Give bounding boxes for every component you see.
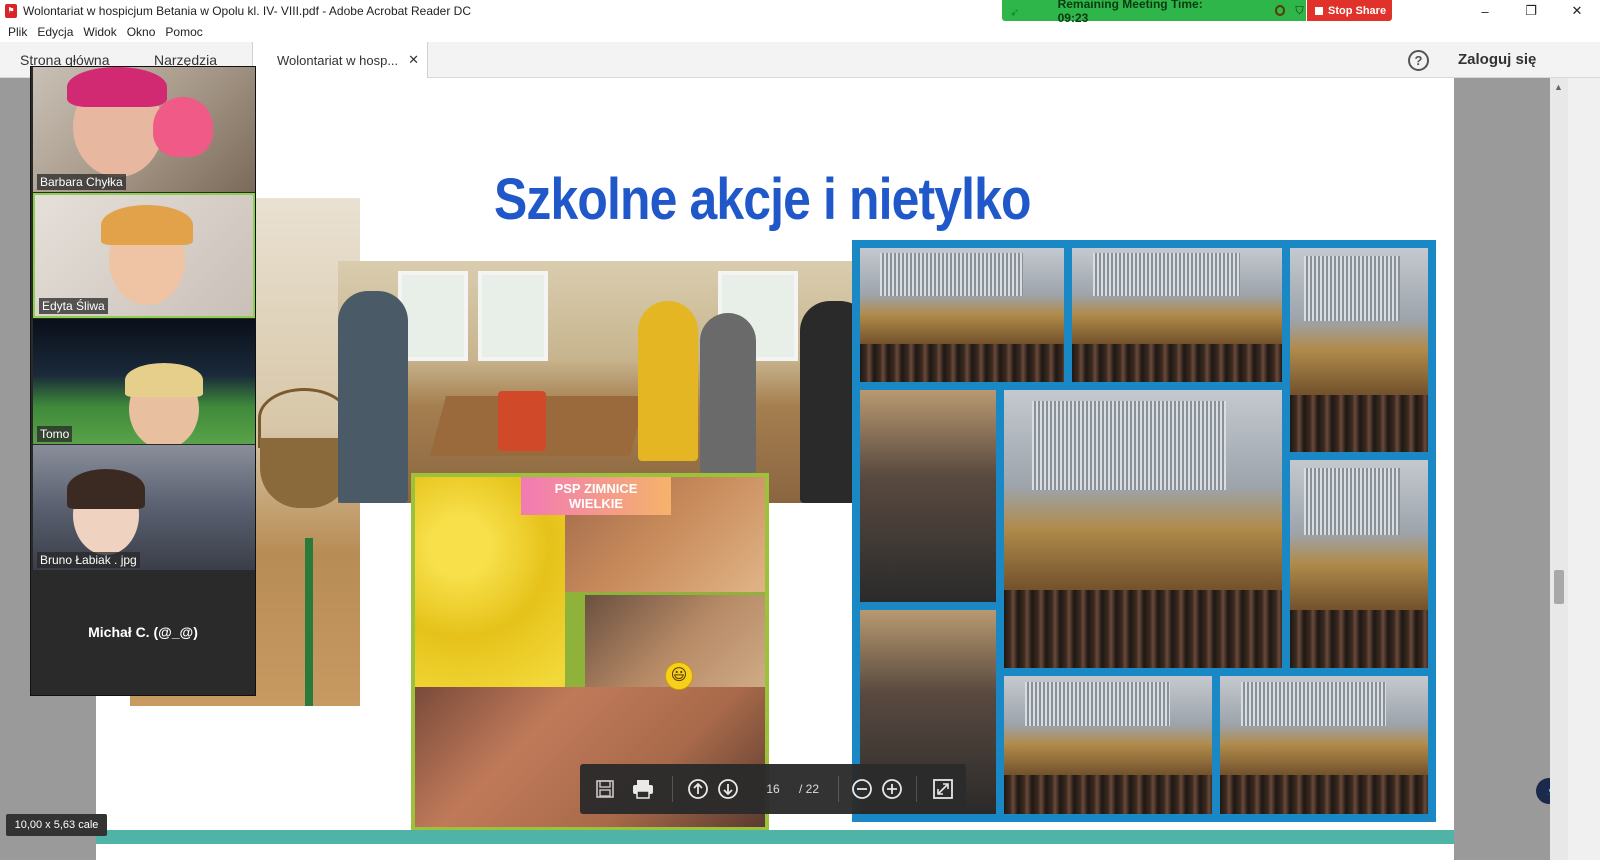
zoom-in-icon[interactable]: [878, 764, 906, 814]
meeting-leaf-icon: ➶: [1010, 6, 1020, 19]
page-total: / 22: [798, 782, 819, 796]
login-button[interactable]: Zaloguj się: [1458, 51, 1536, 68]
participant-name: Barbara Chyłka: [37, 174, 126, 190]
scrollbar-thumb[interactable]: [1554, 570, 1564, 604]
slide-title: Szkolne akcje i nietylko: [494, 167, 1031, 232]
fit-page-icon[interactable]: [928, 764, 958, 814]
page-up-icon[interactable]: [684, 764, 712, 814]
slide-footer-line: [96, 830, 1454, 844]
menu-item-okno[interactable]: Okno: [127, 25, 156, 39]
help-icon[interactable]: ?: [1408, 50, 1429, 71]
participant-video[interactable]: Tomo: [33, 319, 255, 444]
meeting-time-bar: ➶ Remaining Meeting Time: 09:23 ⛉: [1002, 0, 1306, 25]
concert-tile: [1004, 676, 1212, 814]
person: [700, 313, 756, 473]
psp-label-line1: PSP ZIMNICE: [554, 481, 638, 496]
participant-video-active-speaker[interactable]: Edyta Śliwa: [33, 193, 255, 318]
window-right-edge: [1568, 78, 1600, 860]
zoom-out-icon[interactable]: [848, 764, 876, 814]
close-window-button[interactable]: ✕: [1554, 0, 1600, 22]
concert-tile: [1220, 676, 1428, 814]
vertical-scrollbar[interactable]: ▲: [1550, 78, 1568, 860]
shield-icon: ⛉: [1295, 4, 1304, 17]
page-size-indicator: 10,00 x 5,63 cale: [6, 814, 107, 836]
menu-bar: Plik Edycja Widok Okno Pomoc: [0, 22, 1600, 42]
stop-share-label: Stop Share: [1328, 4, 1387, 17]
window-title: Wolontariat w hospicjum Betania w Opolu …: [23, 4, 472, 18]
smiley-icon: 😃: [665, 662, 693, 690]
room-window: [478, 271, 548, 361]
psp-label: PSP ZIMNICE WIELKIE: [521, 477, 671, 515]
menu-item-plik[interactable]: Plik: [8, 25, 27, 39]
tab-document-label: Wolontariat w hosp...: [277, 52, 399, 68]
page-navigation-toolbar: 16 / 22: [580, 764, 966, 814]
menu-item-widok[interactable]: Widok: [83, 25, 116, 39]
toolbar-separator: [916, 776, 917, 802]
participant-hair: [125, 363, 203, 397]
photo-room: [338, 261, 875, 503]
scroll-up-icon[interactable]: ▲: [1554, 82, 1563, 92]
participant-video[interactable]: Barbara Chyłka: [33, 67, 255, 192]
participant-name: Tomo: [37, 426, 73, 442]
video-gallery-panel[interactable]: Barbara Chyłka Edyta Śliwa Tomo Bruno Ła…: [30, 66, 256, 696]
participant-name: Bruno Łabiak . jpg: [37, 552, 140, 568]
basket: [260, 438, 350, 508]
tab-document[interactable]: Wolontariat w hosp... ✕: [252, 42, 428, 78]
save-icon[interactable]: [590, 764, 620, 814]
page-number-input[interactable]: 16: [758, 764, 788, 814]
minimize-button[interactable]: –: [1462, 0, 1508, 22]
user-avatar-icon[interactable]: ◔: [1536, 778, 1550, 804]
recording-icon: [1274, 5, 1286, 16]
gift-bag: [498, 391, 546, 451]
table-leg: [305, 538, 313, 706]
person: [638, 301, 698, 461]
window-controls: – ❐ ✕: [1462, 0, 1600, 22]
participant-no-video[interactable]: Michał C. (@_@): [31, 607, 255, 657]
page-down-icon[interactable]: [714, 764, 742, 814]
psp-label-line2: WIELKIE: [568, 496, 624, 511]
heart-prop: [153, 97, 213, 157]
concert-tile: [1290, 248, 1428, 452]
stop-share-button[interactable]: Stop Share: [1307, 0, 1392, 21]
concert-tile: [1290, 460, 1428, 668]
restore-button[interactable]: ❐: [1508, 0, 1554, 22]
toolbar-separator: [838, 776, 839, 802]
participant-hair: [101, 205, 193, 245]
audience-tile: [860, 390, 996, 602]
menu-item-edycja[interactable]: Edycja: [37, 25, 73, 39]
print-icon[interactable]: [628, 764, 658, 814]
concert-tile: [1072, 248, 1282, 382]
concert-tile: [1004, 390, 1282, 668]
participant-video[interactable]: Bruno Łabiak . jpg: [33, 445, 255, 570]
toolbar-separator: [672, 776, 673, 802]
room-window: [398, 271, 468, 361]
menu-item-pomoc[interactable]: Pomoc: [165, 25, 202, 39]
remaining-meeting-time: Remaining Meeting Time: 09:23: [1057, 0, 1203, 25]
participant-hair: [67, 67, 167, 107]
stop-icon: [1315, 6, 1323, 15]
person: [338, 291, 408, 503]
pdf-page: Szkolne akcje i nietylko PSP ZIMNICE WIE…: [96, 78, 1454, 860]
concert-tile: [860, 248, 1064, 382]
participant-name: Edyta Śliwa: [39, 298, 108, 314]
photo-concert-collage: [852, 240, 1436, 822]
pdf-app-icon: ⚑: [5, 4, 17, 18]
participant-hair: [67, 469, 145, 509]
close-tab-icon[interactable]: ✕: [408, 52, 419, 68]
